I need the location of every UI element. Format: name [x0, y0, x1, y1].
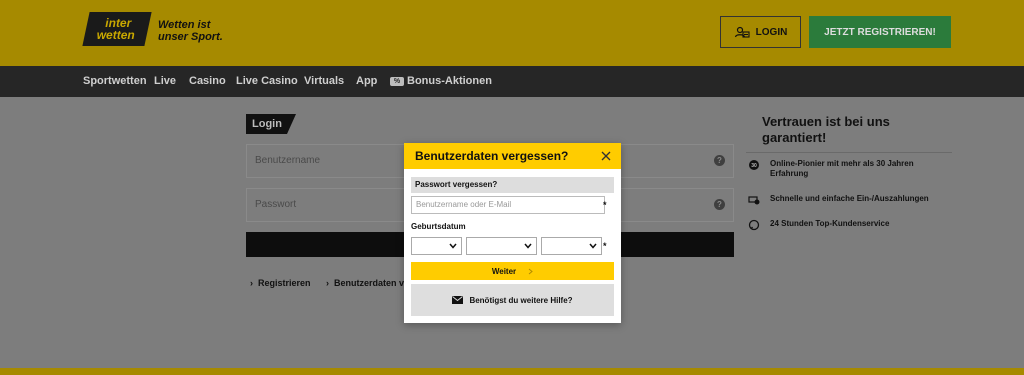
envelope-icon: [452, 296, 464, 304]
close-icon[interactable]: [600, 150, 612, 162]
logo-line-2: wetten: [96, 28, 135, 42]
nav-item-bonus-label: Bonus-Aktionen: [407, 75, 492, 87]
main-nav: Sportwetten Live Casino Live Casino Virt…: [0, 66, 1024, 97]
required-mark: *: [603, 200, 607, 210]
register-link-label: Registrieren: [258, 278, 311, 288]
dob-day-select[interactable]: [411, 237, 462, 255]
slogan-line-1: Wetten ist: [158, 19, 211, 31]
section-heading: Passwort vergessen?: [411, 177, 614, 193]
nav-item-live-casino[interactable]: Live Casino: [236, 75, 298, 87]
login-heading: Login: [246, 114, 296, 134]
register-link[interactable]: › Registrieren: [250, 278, 311, 288]
trust-item-text: Online-Pionier mit mehr als 30 Jahren Er…: [770, 159, 914, 178]
slogan-line-2: unser Sport.: [158, 31, 223, 43]
chevron-down-icon: [449, 243, 457, 249]
trust-item-text: 24 Stunden Top-Kundenservice: [770, 219, 890, 228]
next-button[interactable]: Weiter: [411, 262, 614, 280]
chevron-right-icon: [528, 268, 533, 274]
promo-icon: %: [390, 76, 404, 86]
help-button[interactable]: Benötigst du weitere Hilfe?: [411, 284, 614, 316]
nav-item-live[interactable]: Live: [154, 75, 176, 87]
svg-text:30: 30: [751, 163, 757, 169]
dob-month-select[interactable]: [466, 237, 537, 255]
support-icon: [748, 219, 760, 231]
modal-header: Benutzerdaten vergessen?: [404, 143, 621, 169]
nav-item-casino[interactable]: Casino: [189, 75, 226, 87]
trust-title: Vertrauen ist bei uns garantiert!: [762, 114, 890, 145]
forgot-credentials-modal: Benutzerdaten vergessen? Passwort verges…: [404, 143, 621, 323]
payment-icon: [748, 196, 760, 205]
register-button[interactable]: JETZT REGISTRIEREN!: [809, 16, 951, 48]
forgot-credentials-link[interactable]: › Benutzerdaten ver: [326, 278, 413, 288]
password-placeholder: Passwort: [255, 199, 297, 210]
dob-label: Geburtsdatum: [411, 222, 466, 231]
footer-strip: [0, 368, 1024, 375]
modal-title: Benutzerdaten vergessen?: [415, 149, 569, 163]
required-mark: *: [603, 241, 607, 251]
login-button-label: LOGIN: [755, 26, 788, 38]
help-icon[interactable]: ?: [714, 199, 725, 210]
site-header: inter wetten Wetten ist unser Sport. LOG…: [0, 0, 1024, 66]
next-button-label: Weiter: [491, 266, 517, 276]
award-icon: 30: [749, 160, 759, 170]
chevron-down-icon: [589, 243, 597, 249]
nav-item-bonus[interactable]: % Bonus-Aktionen: [390, 75, 492, 87]
nav-item-sportwetten[interactable]: Sportwetten: [83, 75, 147, 87]
username-placeholder: Benutzername: [255, 155, 321, 166]
user-card-icon: [734, 26, 750, 38]
forgot-credentials-link-label: Benutzerdaten ver: [334, 278, 413, 288]
divider: [746, 152, 952, 153]
dob-year-select[interactable]: [541, 237, 602, 255]
help-icon[interactable]: ?: [714, 155, 725, 166]
nav-item-app[interactable]: App: [356, 75, 377, 87]
help-button-label: Benötigst du weitere Hilfe?: [469, 295, 573, 305]
nav-item-virtuals[interactable]: Virtuals: [304, 75, 344, 87]
username-email-input[interactable]: Benutzername oder E-Mail: [411, 196, 605, 214]
slogan: Wetten ist unser Sport.: [158, 19, 223, 43]
trust-item: 24 Stunden Top-Kundenservice: [748, 219, 889, 231]
chevron-down-icon: [524, 243, 532, 249]
trust-item: Schnelle und einfache Ein-/Auszahlungen: [748, 194, 929, 206]
login-button[interactable]: LOGIN: [720, 16, 801, 48]
trust-item: 30 Online-Pionier mit mehr als 30 Jahren…: [748, 159, 950, 179]
trust-item-text: Schnelle und einfache Ein-/Auszahlungen: [770, 194, 929, 203]
interwetten-logo[interactable]: inter wetten: [82, 12, 152, 46]
